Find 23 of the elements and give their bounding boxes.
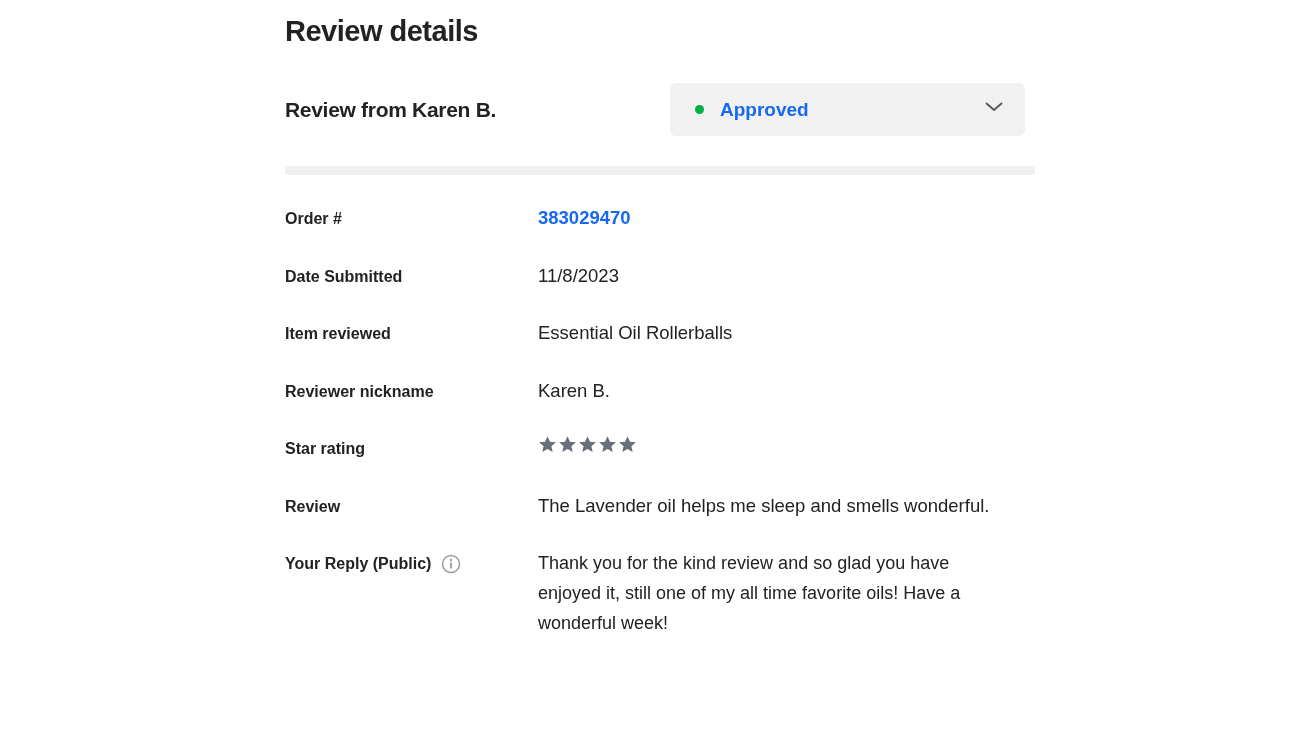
field-label: Date Submitted bbox=[285, 267, 403, 286]
star-icon bbox=[578, 435, 597, 453]
order-number-link[interactable]: 383029470 bbox=[538, 207, 631, 228]
star-icon bbox=[618, 435, 637, 453]
star-icon bbox=[538, 435, 557, 453]
field-label: Your Reply (Public) bbox=[285, 555, 432, 573]
chevron-down-icon bbox=[985, 101, 1003, 112]
field-label: Item reviewed bbox=[285, 325, 391, 343]
reply-text: Thank you for the kind review and so glad you have enjoyed it, still one of my all time favorite oils! Have a wonderful week! bbox=[538, 552, 962, 635]
field-label: Star rating bbox=[285, 440, 365, 458]
field-value: Karen B. bbox=[538, 379, 610, 401]
review-heading: Review from Karen B. bbox=[285, 97, 497, 122]
field-label: Order # bbox=[285, 210, 342, 228]
star-icon bbox=[598, 435, 617, 453]
field-value: Essential Oil Rollerballs bbox=[538, 322, 733, 343]
field-value: 11/8/2023 bbox=[538, 264, 619, 286]
field-label: Review bbox=[285, 497, 341, 516]
field-value: The Lavender oil helps me sleep and smells wonderful. bbox=[538, 494, 990, 516]
page-title: Review details bbox=[285, 14, 479, 49]
status-dropdown[interactable]: Approved bbox=[670, 83, 1025, 136]
star-icon bbox=[558, 435, 577, 453]
field-label: Reviewer nickname bbox=[285, 382, 434, 401]
info-icon[interactable] bbox=[441, 554, 462, 574]
